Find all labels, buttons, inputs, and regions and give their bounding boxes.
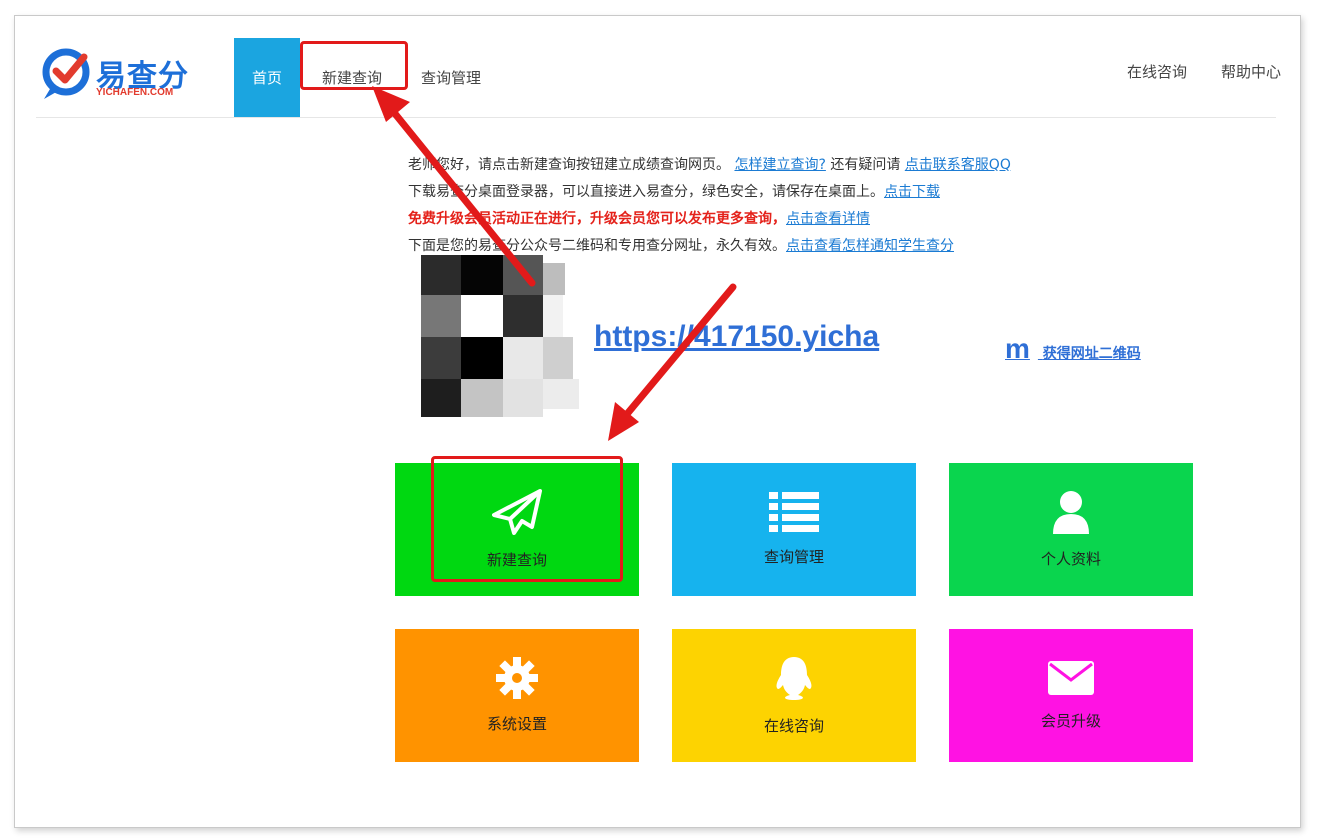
header-divider: [36, 117, 1276, 118]
tile-label: 个人资料: [1040, 550, 1101, 568]
link-download[interactable]: 点击下载: [884, 184, 940, 200]
promo-text: 免费升级会员活动正在进行，升级会员您可以发布更多查询，: [408, 211, 786, 227]
tile-query-manage[interactable]: 查询管理: [672, 463, 916, 596]
info-line-1: 老师您好，请点击新建查询按钮建立成绩查询网页。 怎样建立查询? 还有疑问请 点击…: [408, 152, 1128, 179]
nav-help-center[interactable]: 帮助中心: [1221, 38, 1281, 105]
info-text: 还有疑问请: [830, 157, 901, 173]
link-get-qr[interactable]: 获得网址二维码: [1043, 346, 1141, 362]
logo-sub: YICHAFEN.COM: [96, 87, 174, 98]
tile-label: 查询管理: [763, 548, 824, 566]
nav-right: 在线咨询 帮助中心: [1127, 38, 1281, 105]
info-text: 老师您好，请点击新建查询按钮建立成绩查询网页。: [408, 157, 730, 173]
link-view-details[interactable]: 点击查看详情: [786, 211, 870, 227]
query-url[interactable]: https://417150.yicha: [594, 320, 879, 354]
qr-code-image: [421, 255, 579, 417]
logo-mark-icon: [42, 48, 90, 99]
annotation-box-tile: [431, 456, 623, 582]
list-icon: [769, 492, 819, 532]
tile-member-upgrade[interactable]: 会员升级: [949, 629, 1193, 762]
info-line-3: 免费升级会员活动正在进行，升级会员您可以发布更多查询，点击查看详情: [408, 206, 1128, 233]
link-contact-qq[interactable]: 点击联系客服QQ: [905, 157, 1011, 173]
tile-label: 系统设置: [486, 715, 547, 733]
nav-home[interactable]: 首页: [234, 38, 300, 117]
nav-query-manage[interactable]: 查询管理: [404, 38, 498, 117]
tile-settings[interactable]: 系统设置: [395, 629, 639, 762]
qq-penguin-icon: [776, 657, 812, 700]
tile-label: 会员升级: [1040, 712, 1101, 730]
info-line-2: 下载易查分桌面登录器，可以直接进入易查分，绿色安全，请保存在桌面上。点击下载: [408, 179, 1128, 206]
link-how-create[interactable]: 怎样建立查询?: [734, 157, 825, 173]
info-text: 下载易查分桌面登录器，可以直接进入易查分，绿色安全，请保存在桌面上。: [408, 184, 884, 200]
info-text: 下面是您的易查分公众号二维码和专用查分网址，永久有效。: [408, 238, 786, 254]
nav-online-consult[interactable]: 在线咨询: [1127, 38, 1187, 105]
user-icon: [1053, 491, 1089, 534]
tile-label: 在线咨询: [763, 717, 824, 735]
logo[interactable]: 易查分 YICHAFEN.COM: [40, 45, 200, 105]
annotation-box-nav: [300, 41, 408, 90]
mail-icon: [1048, 661, 1094, 695]
tile-profile[interactable]: 个人资料: [949, 463, 1193, 596]
tile-online-consult[interactable]: 在线咨询: [672, 629, 916, 762]
info-panel: 老师您好，请点击新建查询按钮建立成绩查询网页。 怎样建立查询? 还有疑问请 点击…: [408, 152, 1128, 260]
qr-link-row: m 获得网址二维码: [1005, 333, 1141, 365]
gear-icon: [496, 657, 538, 699]
url-tail: m: [1005, 333, 1030, 364]
link-notify-students[interactable]: 点击查看怎样通知学生查分: [786, 238, 954, 254]
